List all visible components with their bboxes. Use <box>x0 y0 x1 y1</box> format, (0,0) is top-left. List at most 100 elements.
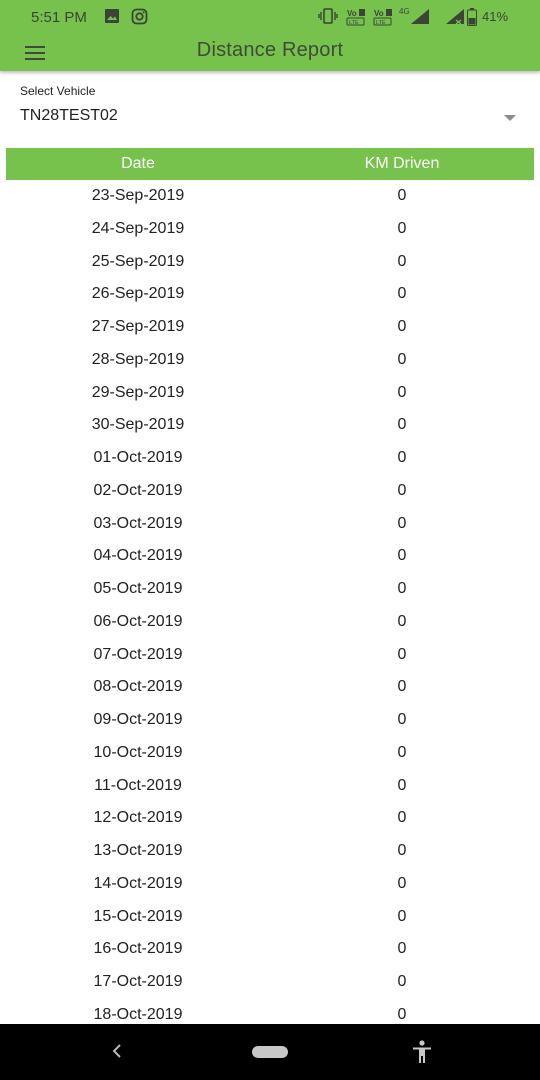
table-row: 15-Oct-2019 0 <box>6 901 534 934</box>
cell-km-driven: 0 <box>397 907 407 925</box>
table-row: 17-Oct-2019 0 <box>6 966 534 999</box>
cell-date: 10-Oct-2019 <box>93 743 183 761</box>
cell-date: 26-Sep-2019 <box>91 285 185 303</box>
home-pill-icon[interactable] <box>252 1046 288 1058</box>
cell-date: 08-Oct-2019 <box>93 678 183 696</box>
table-row: 04-Oct-2019 0 <box>6 540 534 573</box>
vibrate-icon <box>318 8 338 27</box>
cell-km-driven: 0 <box>397 580 407 597</box>
status-time: 5:51 PM <box>31 9 87 26</box>
table-row: 11-Oct-2019 0 <box>6 770 534 803</box>
cell-date: 14-Oct-2019 <box>93 874 183 892</box>
cell-date: 17-Oct-2019 <box>93 973 183 990</box>
cell-km-driven: 0 <box>397 350 407 368</box>
cell-km-driven: 0 <box>397 809 407 827</box>
cell-date: 01-Oct-2019 <box>93 449 183 466</box>
table-row: 26-Sep-2019 0 <box>6 278 534 311</box>
cell-km-driven: 0 <box>397 252 407 270</box>
vehicle-select-value: TN28TEST02 <box>20 107 118 124</box>
cell-km-driven: 0 <box>397 1005 407 1023</box>
cell-km-driven: 0 <box>397 842 407 859</box>
svg-text:Vo: Vo <box>347 9 357 18</box>
table-header: Date KM Driven <box>6 148 534 180</box>
cell-date: 03-Oct-2019 <box>93 514 183 532</box>
table-row: 01-Oct-2019 0 <box>6 442 534 475</box>
cell-date: 09-Oct-2019 <box>93 711 183 728</box>
svg-text:LTE: LTE <box>376 20 386 26</box>
cell-km-driven: 0 <box>397 743 407 761</box>
volte-icon: Vo LTE <box>373 8 393 29</box>
vehicle-select-label: Select Vehicle <box>20 84 96 98</box>
cell-km-driven: 0 <box>397 711 407 728</box>
table-row: 09-Oct-2019 0 <box>6 704 534 737</box>
cell-km-driven: 0 <box>397 547 407 565</box>
dropdown-arrow-icon <box>504 115 516 121</box>
cell-date: 07-Oct-2019 <box>93 645 183 663</box>
cell-date: 13-Oct-2019 <box>93 842 183 859</box>
svg-text:Vo: Vo <box>374 9 384 18</box>
column-header-km-driven: KM Driven <box>364 155 440 172</box>
table-row: 24-Sep-2019 0 <box>6 213 534 246</box>
instagram-icon <box>131 8 148 28</box>
table-row: 13-Oct-2019 0 <box>6 835 534 868</box>
cell-date: 04-Oct-2019 <box>93 547 183 565</box>
table-row: 10-Oct-2019 0 <box>6 737 534 770</box>
accessibility-icon[interactable] <box>410 1039 434 1065</box>
app-bar: Distance Report <box>0 34 540 71</box>
cell-km-driven: 0 <box>397 481 407 499</box>
cell-date: 18-Oct-2019 <box>93 1005 183 1023</box>
cell-km-driven: 0 <box>397 514 407 532</box>
table-row: 18-Oct-2019 0 <box>6 999 534 1024</box>
table-row: 14-Oct-2019 0 <box>6 868 534 901</box>
table-row: 16-Oct-2019 0 <box>6 933 534 966</box>
cell-km-driven: 0 <box>397 187 407 204</box>
cell-km-driven: 0 <box>397 219 407 237</box>
signal-icon <box>444 8 466 28</box>
vehicle-select-dropdown[interactable]: TN28TEST02 <box>20 103 520 131</box>
distance-table-body[interactable]: 23-Sep-2019 0 24-Sep-2019 0 25-Sep-2019 0 26-S… <box>6 180 534 1024</box>
cell-date: 24-Sep-2019 <box>91 219 185 237</box>
table-row: 30-Sep-2019 0 <box>6 409 534 442</box>
cell-date: 29-Sep-2019 <box>91 383 185 401</box>
cell-km-driven: 0 <box>397 973 407 990</box>
battery-percent: 41% <box>482 9 509 24</box>
table-row: 29-Sep-2019 0 <box>6 377 534 410</box>
cell-km-driven: 0 <box>397 645 407 663</box>
table-row: 12-Oct-2019 0 <box>6 802 534 835</box>
table-row: 08-Oct-2019 0 <box>6 671 534 704</box>
column-header-date: Date <box>121 155 155 172</box>
back-icon[interactable] <box>108 1040 128 1062</box>
cell-km-driven: 0 <box>397 383 407 401</box>
cell-km-driven: 0 <box>397 940 407 958</box>
cell-date: 27-Sep-2019 <box>91 318 185 335</box>
cell-date: 02-Oct-2019 <box>93 481 183 499</box>
volte-icon: Vo LTE <box>346 8 366 29</box>
table-row: 28-Sep-2019 0 <box>6 344 534 377</box>
table-row: 23-Sep-2019 0 <box>6 180 534 213</box>
cell-date: 25-Sep-2019 <box>91 252 185 270</box>
cell-date: 16-Oct-2019 <box>93 940 183 958</box>
page-title: Distance Report <box>196 39 344 61</box>
cell-km-driven: 0 <box>397 776 407 794</box>
cell-km-driven: 0 <box>397 874 407 892</box>
table-row: 05-Oct-2019 0 <box>6 573 534 606</box>
cell-km-driven: 0 <box>397 678 407 696</box>
cell-date: 15-Oct-2019 <box>93 907 183 925</box>
svg-text:LTE: LTE <box>349 20 359 26</box>
table-row: 25-Sep-2019 0 <box>6 246 534 279</box>
table-row: 03-Oct-2019 0 <box>6 508 534 541</box>
cell-date: 28-Sep-2019 <box>91 350 185 368</box>
cell-date: 11-Oct-2019 <box>94 776 182 794</box>
table-row: 02-Oct-2019 0 <box>6 475 534 508</box>
cell-date: 30-Sep-2019 <box>91 416 185 434</box>
cell-date: 12-Oct-2019 <box>93 809 183 827</box>
cell-date: 06-Oct-2019 <box>93 612 183 630</box>
table-row: 06-Oct-2019 0 <box>6 606 534 639</box>
cell-km-driven: 0 <box>397 318 407 335</box>
cell-km-driven: 0 <box>397 449 407 466</box>
table-row: 07-Oct-2019 0 <box>6 639 534 672</box>
battery-icon <box>467 8 477 29</box>
image-icon <box>104 8 120 27</box>
table-row: 27-Sep-2019 0 <box>6 311 534 344</box>
status-bar: 5:51 PM Vo LTE Vo LTE 4G 41% <box>0 0 540 34</box>
